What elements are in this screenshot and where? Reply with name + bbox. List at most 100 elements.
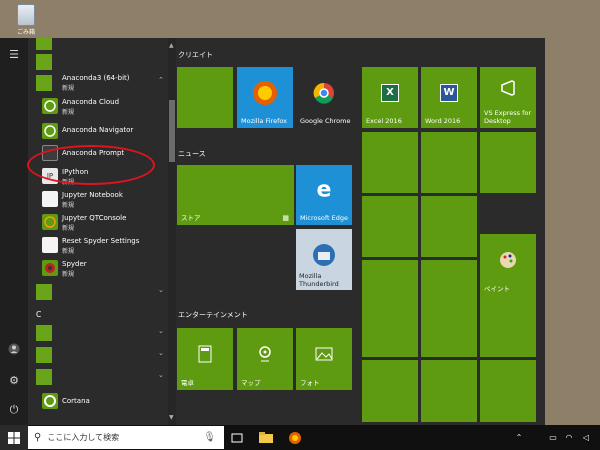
settings-gear-icon[interactable]: ⚙ (6, 372, 22, 388)
scroll-down-icon[interactable]: ▼ (169, 414, 174, 421)
list-item[interactable]: ⌄ (28, 323, 168, 345)
tile-empty[interactable] (480, 295, 536, 357)
volume-icon[interactable]: ◁ (579, 425, 593, 450)
tile-excel[interactable]: X Excel 2016 (362, 67, 418, 128)
network-icon[interactable]: ◠ (563, 425, 575, 450)
list-item[interactable]: ⌄ (28, 282, 168, 304)
tile-empty[interactable] (362, 132, 418, 193)
new-badge: 新規 (62, 225, 75, 232)
search-placeholder: ここに入力して検索 (47, 433, 120, 442)
group-header-entertainment[interactable]: エンターテインメント (178, 310, 248, 320)
folder-tile-icon (36, 38, 52, 50)
user-avatar-icon[interactable] (6, 341, 22, 357)
anaconda-cloud-icon (42, 98, 58, 114)
chevron-down-icon[interactable]: ⌄ (158, 286, 164, 294)
tile-empty[interactable] (362, 196, 418, 257)
start-rail: ☰ ⚙ ⏻ (0, 38, 28, 425)
folder-icon (36, 325, 52, 341)
show-hidden-icons-chevron-icon[interactable]: ⌃ (512, 425, 526, 450)
tile-empty[interactable] (421, 196, 477, 257)
firefox-icon (289, 431, 301, 444)
tile-empty[interactable] (421, 360, 477, 422)
jupyter-notebook-icon (42, 191, 58, 207)
jupyter-icon (42, 214, 58, 230)
tile-maps[interactable]: マップ (237, 328, 293, 390)
chevron-down-icon[interactable]: ⌄ (158, 371, 164, 379)
store-badge-icon: ▦ (282, 214, 289, 222)
microphone-icon[interactable]: 🎙 (203, 432, 216, 443)
tile-label: Microsoft Edge (300, 214, 349, 222)
folder-icon (36, 369, 52, 385)
tile-store[interactable]: ストア ▦ (177, 165, 294, 225)
list-item-reset-spyder[interactable]: Reset Spyder Settings 新規 (28, 235, 168, 257)
tile-empty[interactable] (480, 360, 536, 422)
task-view-button[interactable] (228, 425, 246, 450)
chevron-down-icon[interactable]: ⌄ (158, 327, 164, 335)
search-icon: ⚲ (34, 432, 42, 443)
windows-logo-icon (8, 431, 20, 444)
tile-empty[interactable] (480, 132, 536, 193)
folder-icon (36, 347, 52, 363)
list-item[interactable]: ⌄ (28, 367, 168, 389)
list-item-cortana[interactable]: Cortana (28, 391, 168, 413)
list-item-label: Jupyter Notebook (62, 191, 123, 199)
tile-label: 電卓 (181, 379, 194, 387)
list-item-spyder[interactable]: Spyder 新規 (28, 258, 168, 280)
taskbar-search-box[interactable]: ⚲ ここに入力して検索 🎙 (28, 426, 224, 449)
thunderbird-icon (313, 243, 335, 266)
tile-empty[interactable] (421, 132, 477, 193)
visual-studio-icon (501, 80, 515, 96)
list-item-jupyter-notebook[interactable]: Jupyter Notebook 新規 (28, 189, 168, 211)
tile-firefox[interactable]: Mozilla Firefox (237, 67, 293, 128)
folder-icon (36, 284, 52, 300)
power-icon[interactable]: ⏻ (6, 402, 22, 418)
tile-empty[interactable] (362, 360, 418, 422)
section-header-c[interactable]: C (36, 310, 41, 319)
group-header-creative[interactable]: クリエイト (178, 50, 213, 60)
scroll-up-icon[interactable]: ▲ (169, 42, 174, 49)
new-badge: 新規 (62, 85, 75, 92)
recycle-bin-desktop-icon[interactable]: ごみ箱 (14, 4, 38, 36)
list-item-anaconda3[interactable]: Anaconda3 (64-bit) 新規 ⌃ (28, 72, 168, 94)
new-badge: 新規 (62, 109, 75, 116)
chevron-down-icon[interactable]: ⌄ (158, 349, 164, 357)
list-item-label: Anaconda Navigator (62, 126, 134, 134)
app-list-scrollbar[interactable]: ▲ ▼ (168, 38, 176, 425)
list-item-jupyter-qtconsole[interactable]: Jupyter QTConsole 新規 (28, 212, 168, 234)
firefox-icon (253, 80, 277, 105)
tile-edge[interactable]: e Microsoft Edge (296, 165, 352, 225)
tile-label: ストア (181, 214, 201, 222)
list-item-anaconda-cloud[interactable]: Anaconda Cloud 新規 (28, 96, 168, 118)
word-icon: W (440, 83, 458, 102)
list-item-label: Anaconda Cloud (62, 98, 120, 106)
tile-photos[interactable]: フォト (296, 328, 352, 390)
hamburger-menu-icon[interactable]: ☰ (6, 46, 22, 62)
chrome-icon (313, 82, 334, 104)
firefox-taskbar-button[interactable] (284, 425, 306, 450)
tile-empty[interactable] (362, 295, 418, 357)
folder-icon (259, 432, 273, 443)
list-item-anaconda-navigator[interactable]: Anaconda Navigator (28, 121, 168, 143)
tile-empty[interactable] (177, 67, 233, 128)
list-item[interactable] (28, 52, 168, 74)
tile-paint[interactable]: ペイント (480, 234, 536, 296)
file-explorer-button[interactable] (255, 425, 277, 450)
tile-label: ペイント (484, 285, 510, 293)
list-item-label: Reset Spyder Settings (62, 237, 140, 245)
scrollbar-thumb[interactable] (169, 100, 175, 162)
group-header-news[interactable]: ニュース (178, 149, 206, 159)
start-button[interactable] (0, 425, 28, 450)
new-badge: 新規 (62, 202, 75, 209)
list-item[interactable]: ⌄ (28, 345, 168, 367)
tile-empty[interactable] (421, 295, 477, 357)
tile-chrome[interactable]: Google Chrome (296, 67, 352, 128)
tile-calculator[interactable]: 電卓 (177, 328, 233, 390)
chevron-up-icon[interactable]: ⌃ (158, 76, 164, 84)
folder-icon (36, 75, 52, 91)
folder-icon (36, 54, 52, 70)
tile-vs-express[interactable]: VS Express for Desktop (480, 67, 536, 128)
tile-thunderbird[interactable]: Mozilla Thunderbird (296, 229, 352, 290)
battery-icon[interactable]: ▭ (547, 425, 559, 450)
tile-label: Word 2016 (425, 117, 461, 125)
tile-word[interactable]: W Word 2016 (421, 67, 477, 128)
